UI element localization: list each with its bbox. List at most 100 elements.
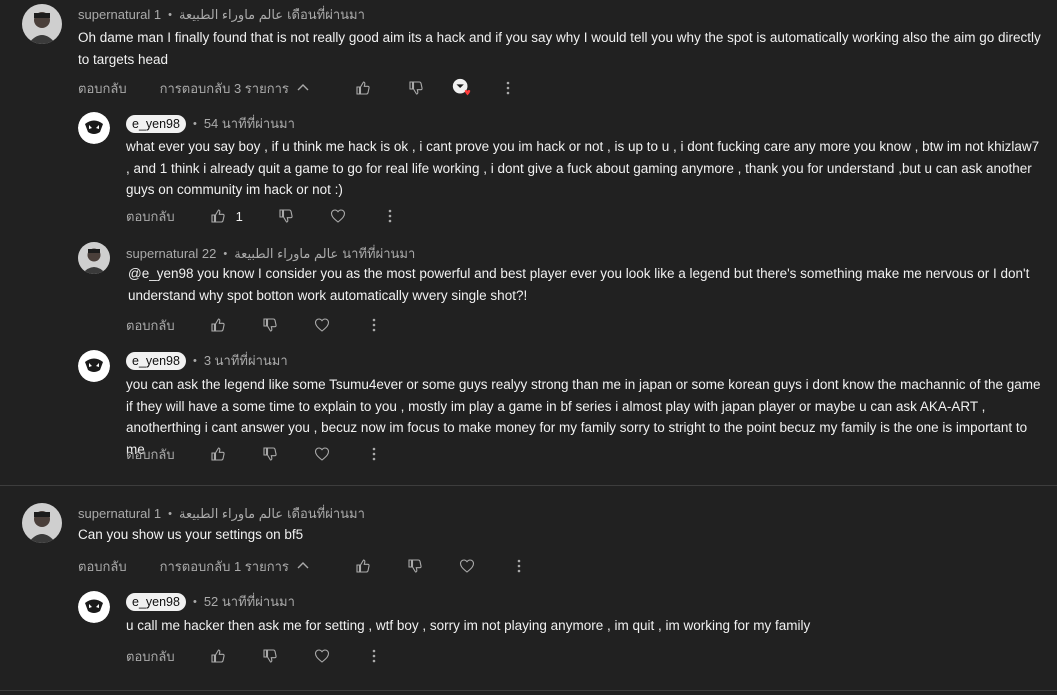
reply-button[interactable]: ตอบกลับ — [126, 206, 175, 227]
comment-header: e_yen98 • 3 นาทีที่ผ่านมา — [126, 350, 288, 371]
channel-name: عالم ماوراء الطبيعة — [178, 505, 284, 521]
comment-text: Can you show us your settings on bf5 — [78, 527, 304, 542]
chevron-up-icon — [293, 556, 313, 576]
comment-text: what ever you say boy , if u think me ha… — [126, 139, 1040, 197]
thumbs-down-icon — [279, 209, 293, 223]
like-button[interactable] — [208, 444, 228, 464]
channel-name: عالم ماوراء الطبيعة — [178, 6, 284, 22]
more-options-icon[interactable] — [380, 206, 400, 226]
like-button[interactable] — [208, 315, 228, 335]
separator-dot: • — [192, 354, 197, 367]
thumbs-down-icon — [408, 559, 422, 573]
thumbs-down-icon — [263, 447, 277, 461]
heart-icon — [459, 559, 474, 573]
author-chip[interactable]: e_yen98 — [126, 114, 186, 133]
dislike-button[interactable] — [276, 206, 296, 226]
heart-button[interactable] — [328, 206, 348, 226]
separator-dot: • — [223, 247, 228, 260]
dislike-button[interactable] — [260, 646, 280, 666]
thumbs-down-icon — [263, 318, 277, 332]
heart-icon — [330, 209, 345, 223]
avatar[interactable] — [78, 350, 110, 382]
replies-count-label: การตอบกลับ 1 รายการ — [159, 558, 289, 574]
heart-button[interactable] — [457, 556, 477, 576]
mention-link[interactable]: @e_yen98 — [128, 266, 194, 281]
timestamp[interactable]: เดือนที่ผ่านมา — [287, 503, 365, 524]
dislike-button[interactable] — [406, 78, 426, 98]
dislike-button[interactable] — [260, 315, 280, 335]
like-button[interactable] — [353, 556, 373, 576]
comment-actions: ตอบกลับ — [126, 444, 384, 464]
avatar[interactable] — [78, 112, 110, 144]
timestamp[interactable]: นาทีที่ผ่านมา — [342, 243, 415, 264]
author-name[interactable]: supernatural 22 — [126, 246, 216, 261]
author-chip[interactable]: e_yen98 — [126, 592, 186, 611]
more-options-icon[interactable] — [498, 78, 518, 98]
view-replies-button[interactable]: การตอบกลับ 1 รายการ — [160, 556, 313, 577]
thread-divider — [0, 690, 1057, 691]
avatar[interactable] — [22, 4, 62, 44]
reply-comment: e_yen98 • 54 นาทีที่ผ่านมา what ever you… — [78, 112, 1043, 202]
more-options-icon[interactable] — [364, 315, 384, 335]
heart-button[interactable] — [312, 444, 332, 464]
thumbs-down-icon — [263, 649, 277, 663]
comment-text: Oh dame man I finally found that is not … — [78, 30, 1041, 67]
thumbs-up-icon — [211, 649, 225, 663]
avatar[interactable] — [78, 591, 110, 623]
timestamp[interactable]: 52 นาทีที่ผ่านมา — [204, 591, 295, 612]
comment-header: supernatural 1 • عالم ماوراء الطبيعة เดื… — [78, 4, 365, 25]
comment-actions: ตอบกลับ การตอบกลับ 3 รายการ — [78, 78, 518, 98]
like-button[interactable] — [353, 78, 373, 98]
channel-name: عالم ماوراء الطبيعة — [234, 245, 339, 261]
reply-button[interactable]: ตอบกลับ — [126, 646, 175, 667]
reply-comment: supernatural 22 • عالم ماوراء الطبيعة นา… — [78, 242, 1043, 312]
reply-button[interactable]: ตอบกลับ — [78, 556, 127, 577]
separator-dot: • — [168, 8, 172, 21]
more-options-icon[interactable] — [509, 556, 529, 576]
separator-dot: • — [192, 595, 197, 608]
comment-header: e_yen98 • 52 นาทีที่ผ่านมา — [126, 591, 295, 612]
like-button[interactable] — [208, 206, 228, 226]
heart-button[interactable] — [312, 315, 332, 335]
author-name[interactable]: supernatural 1 — [78, 7, 161, 22]
thumbs-up-icon — [356, 81, 370, 95]
comment-actions: ตอบกลับ 1 — [126, 206, 400, 226]
timestamp[interactable]: 3 นาทีที่ผ่านมา — [204, 350, 288, 371]
comment-header: supernatural 22 • عالم ماوراء الطبيعة นา… — [126, 243, 415, 264]
dislike-button[interactable] — [260, 444, 280, 464]
author-name[interactable]: supernatural 1 — [78, 506, 161, 521]
thumbs-up-icon — [211, 447, 225, 461]
comment-actions: ตอบกลับ — [126, 646, 384, 666]
reply-button[interactable]: ตอบกลับ — [126, 444, 175, 465]
view-replies-button[interactable]: การตอบกลับ 3 รายการ — [160, 78, 313, 99]
like-button[interactable] — [208, 646, 228, 666]
comment-thread: supernatural 1 • عالم ماوراء الطبيعة เดื… — [22, 503, 1042, 553]
comment-text-body: you know I consider you as the most powe… — [128, 266, 1030, 303]
creator-heart-icon — [450, 76, 474, 100]
reply-comment: e_yen98 • 3 นาทีที่ผ่านมา you can ask th… — [78, 350, 1043, 457]
like-count: 1 — [235, 208, 243, 224]
thumbs-up-icon — [356, 559, 370, 573]
chevron-up-icon — [293, 78, 313, 98]
timestamp[interactable]: เดือนที่ผ่านมา — [287, 4, 365, 25]
thread-divider — [0, 485, 1057, 486]
avatar[interactable] — [78, 242, 110, 274]
thumbs-down-icon — [409, 81, 423, 95]
dislike-button[interactable] — [405, 556, 425, 576]
author-chip[interactable]: e_yen98 — [126, 351, 186, 370]
more-options-icon[interactable] — [364, 444, 384, 464]
heart-button[interactable] — [312, 646, 332, 666]
reply-comment: e_yen98 • 52 นาทีที่ผ่านมา u call me hac… — [78, 591, 1043, 641]
comment-actions: ตอบกลับ — [126, 315, 384, 335]
heart-icon — [314, 447, 329, 461]
reply-button[interactable]: ตอบกลับ — [126, 315, 175, 336]
separator-dot: • — [192, 117, 197, 130]
reply-button[interactable]: ตอบกลับ — [78, 78, 127, 99]
comment-text: @e_yen98 you know I consider you as the … — [128, 263, 1043, 306]
heart-icon — [314, 318, 329, 332]
comment-header: supernatural 1 • عالم ماوراء الطبيعة เดื… — [78, 503, 365, 524]
more-options-icon[interactable] — [364, 646, 384, 666]
comment-text: u call me hacker then ask me for setting… — [126, 618, 811, 633]
timestamp[interactable]: 54 นาทีที่ผ่านมา — [204, 113, 295, 134]
avatar[interactable] — [22, 503, 62, 543]
